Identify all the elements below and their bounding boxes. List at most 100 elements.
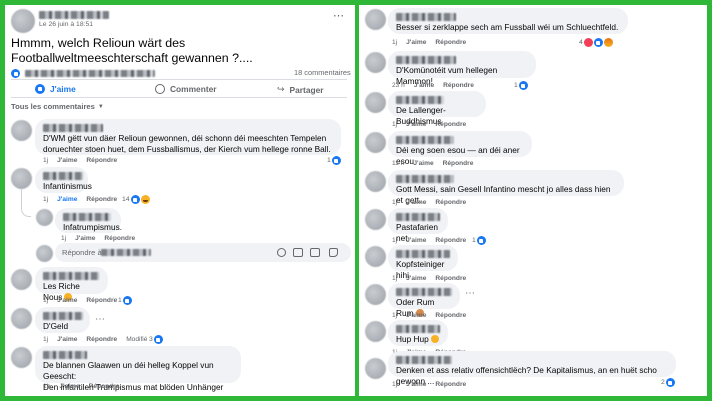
post-panel: Le 26 juin à 18:51 ⋯ Hmmm, welch Relioun… (5, 5, 355, 396)
avatar[interactable] (11, 120, 32, 141)
reactions-row[interactable] (11, 69, 20, 78)
comment-age: 1j (392, 237, 398, 244)
reply-input[interactable]: Répondre à (55, 243, 351, 262)
like-link[interactable]: J'aime (406, 381, 426, 388)
reaction-count[interactable]: 14 (122, 195, 150, 204)
like-link[interactable]: J'aime (406, 199, 426, 206)
author-name-redacted[interactable] (396, 13, 456, 21)
reply-link[interactable]: Répondre (86, 297, 117, 304)
comment-bubble: Denken et ass relativ offensichtlëch? De… (388, 351, 676, 386)
comment-more-icon[interactable]: ⋯ (95, 314, 105, 325)
author-name-redacted[interactable] (396, 250, 450, 258)
author-name-redacted[interactable] (396, 213, 440, 221)
avatar[interactable] (365, 209, 386, 230)
gif-icon[interactable] (310, 248, 320, 257)
reply-link[interactable]: Répondre (86, 196, 117, 203)
author-name-redacted[interactable] (396, 56, 456, 64)
reaction-count[interactable]: 4 (579, 38, 613, 47)
reply-link[interactable]: Répondre (435, 199, 466, 206)
like-link[interactable]: J'aime (57, 297, 77, 304)
reaction-count[interactable]: 1 (327, 156, 341, 165)
poster-name-redacted[interactable] (39, 11, 109, 19)
heart-reaction-icon (583, 38, 593, 47)
post-more-icon[interactable]: ⋯ (333, 9, 344, 22)
avatar[interactable] (365, 9, 386, 30)
poster-avatar[interactable] (11, 9, 35, 33)
comments-sort[interactable]: Tous les commentaires ▼ (11, 102, 104, 111)
reply-link[interactable]: Répondre (435, 121, 466, 128)
author-name-redacted[interactable] (63, 213, 111, 221)
comment-button[interactable]: Commenter (155, 84, 217, 94)
reply-link[interactable]: Répondre (435, 237, 466, 244)
comment-more-icon[interactable]: ⋯ (465, 288, 475, 299)
post-time[interactable]: Le 26 juin à 18:51 (39, 21, 93, 28)
like-link[interactable]: J'aime (414, 82, 434, 89)
like-link[interactable]: J'aime (75, 235, 95, 242)
reply-link[interactable]: Répondre (435, 275, 466, 282)
avatar[interactable] (365, 246, 386, 267)
avatar[interactable] (11, 269, 32, 290)
author-name-redacted[interactable] (396, 356, 452, 364)
like-link[interactable]: J'aime (57, 157, 77, 164)
like-reaction-icon (331, 156, 341, 165)
current-user-avatar[interactable] (36, 245, 53, 262)
like-link[interactable]: J'aime (406, 39, 426, 46)
like-link[interactable]: J'aime (406, 275, 426, 282)
reaction-count[interactable]: 3 (149, 335, 163, 344)
reaction-count[interactable]: 1 (514, 81, 528, 90)
avatar[interactable] (11, 308, 32, 329)
avatar[interactable] (365, 171, 386, 192)
avatar[interactable] (365, 284, 386, 305)
comments-count[interactable]: 18 commentaires (294, 68, 351, 77)
reply-link[interactable]: Répondre (435, 381, 466, 388)
author-name-redacted[interactable] (43, 172, 83, 180)
reaction-count[interactable]: 2 (661, 378, 675, 387)
comment-button-label: Commenter (170, 84, 217, 94)
author-name-redacted[interactable] (396, 96, 444, 104)
like-link[interactable]: J'aime (406, 312, 426, 319)
like-link[interactable]: J'aime (413, 160, 433, 167)
camera-icon[interactable] (293, 248, 303, 257)
author-name-redacted[interactable] (396, 325, 440, 333)
sticker-icon[interactable] (329, 248, 338, 257)
author-name-redacted[interactable] (43, 351, 87, 359)
avatar[interactable] (11, 168, 32, 189)
avatar[interactable] (365, 321, 386, 342)
comment-age: 1j (392, 199, 398, 206)
author-name-redacted[interactable] (43, 124, 103, 132)
avatar[interactable] (11, 347, 32, 368)
reply-link[interactable]: Répondre (443, 160, 474, 167)
like-link[interactable]: J'aime (406, 121, 426, 128)
like-link[interactable]: J'aime (59, 383, 79, 390)
like-link-active[interactable]: J'aime (57, 196, 77, 203)
like-button[interactable]: J'aime (35, 84, 76, 94)
like-link[interactable]: J'aime (57, 336, 77, 343)
author-name-redacted[interactable] (396, 175, 454, 183)
reply-link[interactable]: Répondre (435, 312, 466, 319)
comments-sort-label: Tous les commentaires (11, 102, 95, 111)
reply-link[interactable]: Répondre (435, 39, 466, 46)
share-button[interactable]: ↪ Partager (277, 84, 324, 95)
reply-link[interactable]: Répondre (443, 82, 474, 89)
reply-link[interactable]: Répondre (86, 336, 117, 343)
reply-link[interactable]: Répondre (104, 235, 135, 242)
author-name-redacted[interactable] (43, 312, 83, 320)
like-link[interactable]: J'aime (406, 237, 426, 244)
reaction-count[interactable]: 1 (118, 296, 132, 305)
reply-bubble: Infatrumpismus. (55, 208, 122, 233)
avatar[interactable] (365, 92, 386, 113)
like-reaction-icon (476, 236, 486, 245)
author-name-redacted[interactable] (396, 136, 454, 144)
reply-link[interactable]: Répondre (86, 157, 117, 164)
emoji-icon[interactable] (277, 248, 286, 257)
avatar[interactable] (365, 358, 386, 379)
comment-bubble: Infantinismus (35, 167, 92, 193)
author-name-redacted[interactable] (396, 288, 452, 296)
reaction-count[interactable]: 1 (472, 236, 486, 245)
avatar[interactable] (365, 52, 386, 73)
comment-age: 1j (392, 39, 398, 46)
reply-link[interactable]: Répondre (89, 383, 120, 390)
author-name-redacted[interactable] (43, 272, 99, 280)
avatar[interactable] (365, 132, 386, 153)
avatar[interactable] (36, 209, 53, 226)
